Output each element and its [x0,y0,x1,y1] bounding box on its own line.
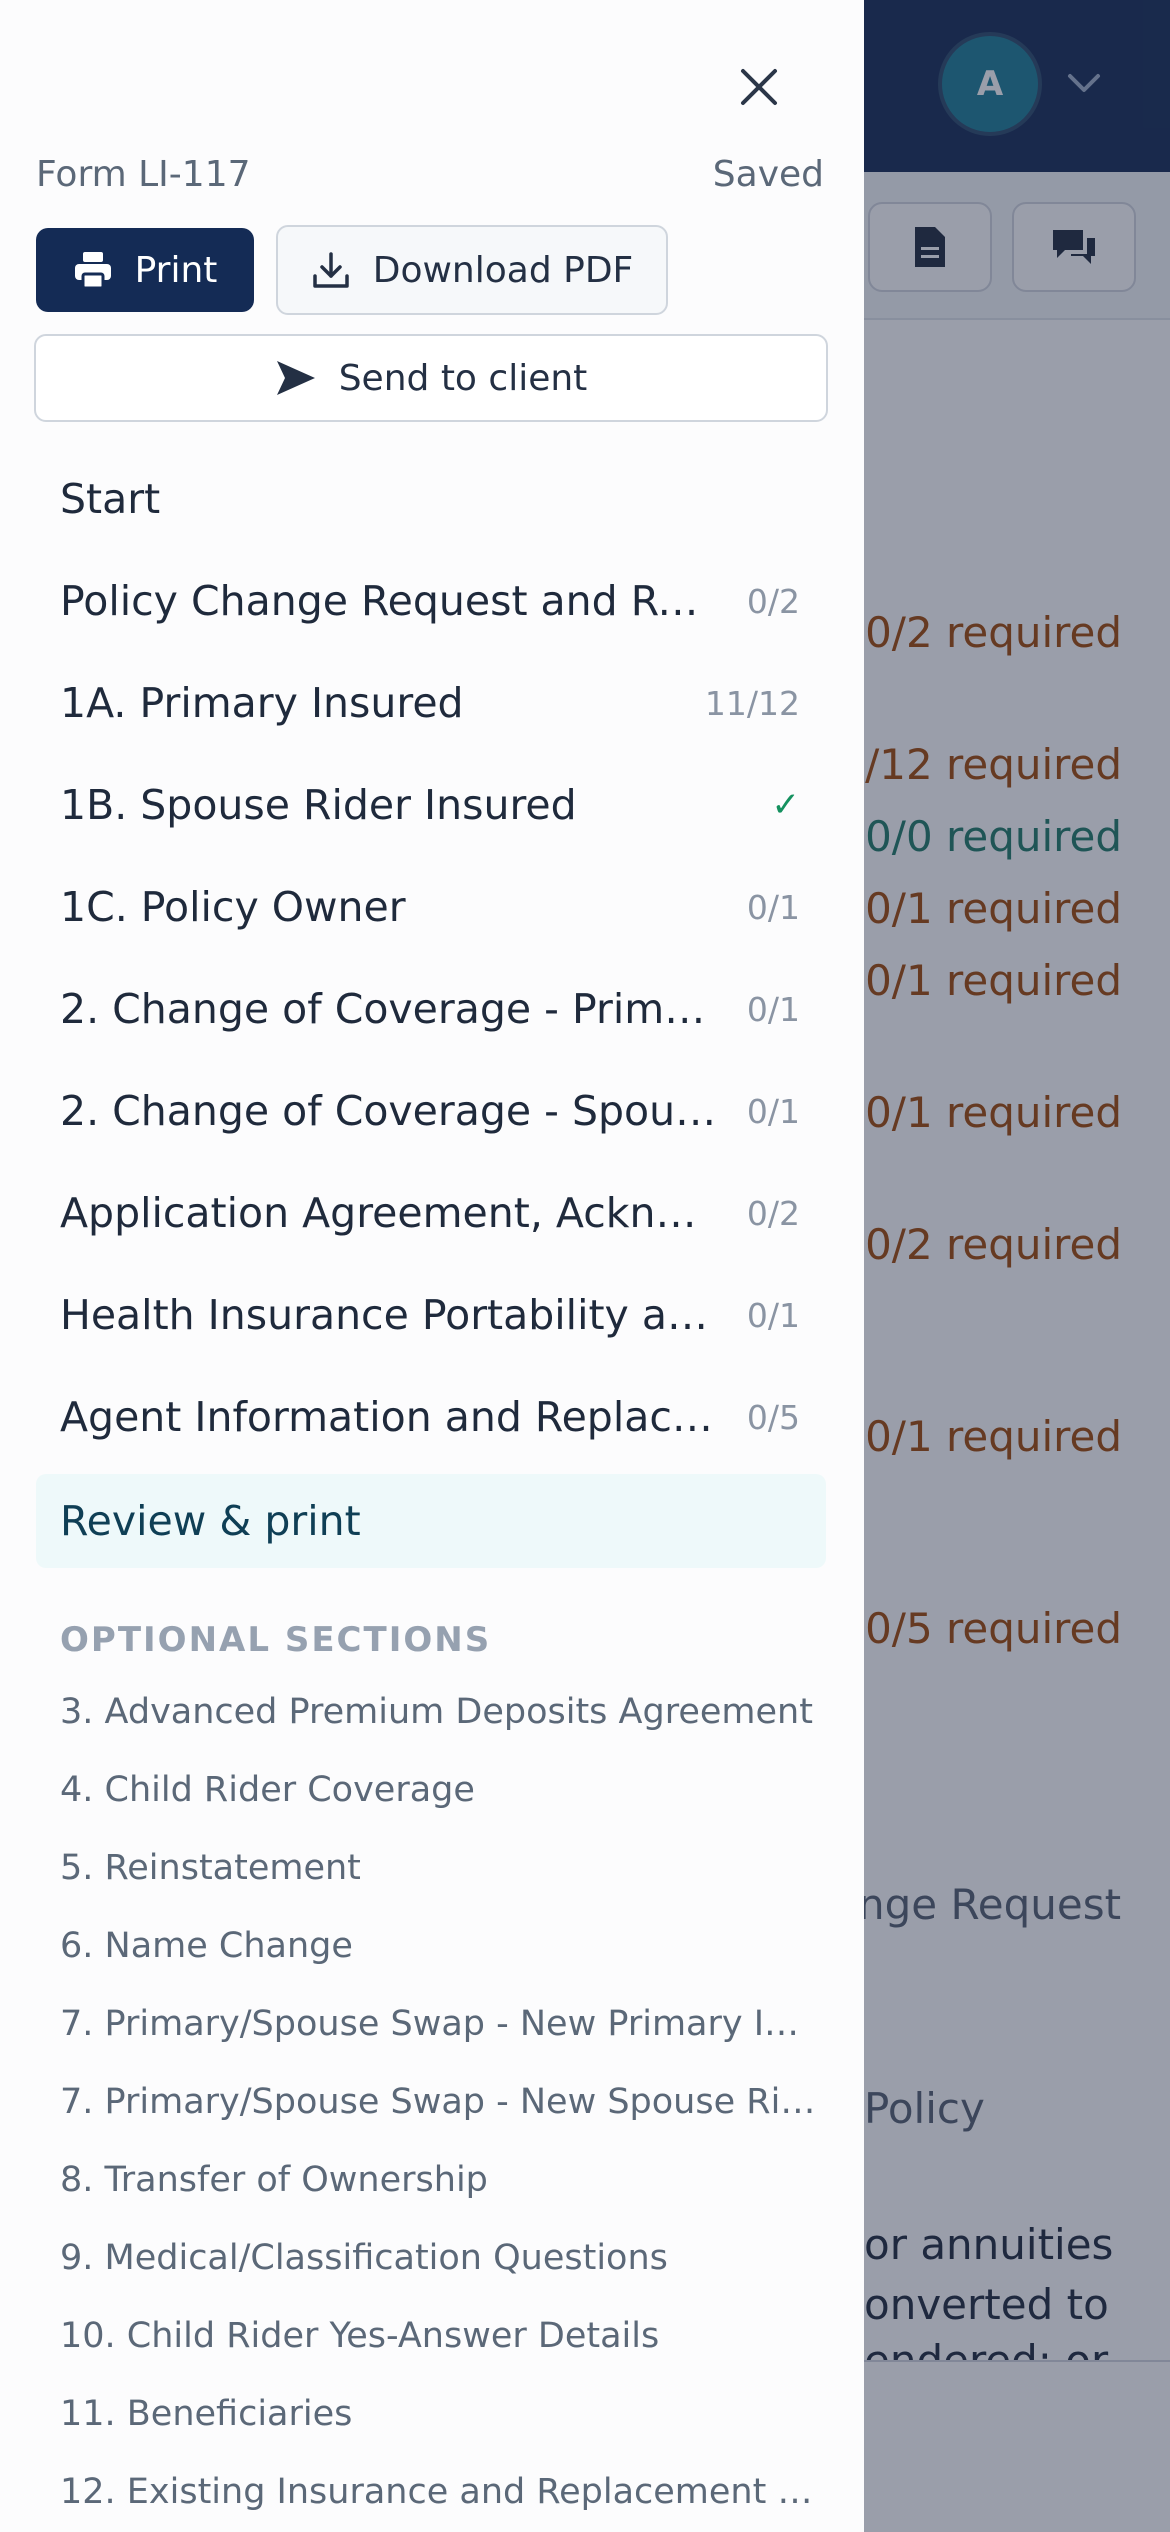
nav-item-application-agreement[interactable]: Application Agreement, Acknowledgment 0/… [36,1166,826,1260]
check-icon: ✓ [771,785,801,825]
download-pdf-label: Download PDF [372,249,634,291]
nav-item-policy-owner[interactable]: 1C. Policy Owner 0/1 [36,860,826,954]
optional-section-item[interactable]: 10. Child Rider Yes-Answer Details [60,2316,820,2356]
nav-item-label: Application Agreement, Acknowledgment [60,1189,720,1237]
nav-item-label: 2. Change of Coverage - Spouse Rider [60,1087,720,1135]
nav-item-primary-insured[interactable]: 1A. Primary Insured 11/12 [36,656,826,750]
nav-item-count: 0/2 [746,1193,800,1233]
nav-item-spouse-rider-insured[interactable]: 1B. Spouse Rider Insured ✓ [36,758,826,852]
nav-item-label: Review & print [60,1497,361,1545]
optional-section-item[interactable]: 12. Existing Insurance and Replacement I… [60,2472,820,2512]
optional-sections-heading: OPTIONAL SECTIONS [60,1620,492,1660]
nav-item-count: 11/12 [704,683,800,723]
nav-item-change-coverage-spouse[interactable]: 2. Change of Coverage - Spouse Rider 0/1 [36,1064,826,1158]
nav-item-count: 0/1 [746,887,800,927]
nav-item-count: 0/2 [746,581,800,621]
nav-item-label: 1A. Primary Insured [60,679,464,727]
close-button[interactable] [724,52,794,122]
nav-item-policy-change-request[interactable]: Policy Change Request and Replacement 0/… [36,554,826,648]
nav-item-count: 0/1 [746,1295,800,1335]
optional-section-item[interactable]: 7. Primary/Spouse Swap - New Spouse Ride… [60,2082,820,2122]
nav-item-label: Start [60,475,161,523]
form-id: Form LI-117 [36,154,251,195]
optional-section-item[interactable]: 4. Child Rider Coverage [60,1770,820,1810]
optional-section-item[interactable]: 6. Name Change [60,1926,820,1966]
close-icon [741,69,777,105]
nav-item-count: 0/5 [746,1397,800,1437]
nav-item-label: 1C. Policy Owner [60,883,406,931]
optional-section-item[interactable]: 3. Advanced Premium Deposits Agreement [60,1692,820,1732]
optional-section-item[interactable]: 8. Transfer of Ownership [60,2160,820,2200]
nav-item-label: Agent Information and Replacement [60,1393,720,1441]
optional-section-item[interactable]: 7. Primary/Spouse Swap - New Primary Ins… [60,2004,820,2044]
download-icon [312,252,349,288]
optional-section-item[interactable]: 11. Beneficiaries [60,2394,820,2434]
send-to-client-button[interactable]: Send to client [34,334,828,422]
send-to-client-label: Send to client [338,357,588,399]
form-navigation-drawer: Form LI-117 Saved Print Download PDF Sen… [0,0,864,2532]
nav-item-label: Policy Change Request and Replacement [60,577,720,625]
send-icon [276,361,315,395]
print-label: Print [134,249,218,291]
optional-section-item[interactable]: 5. Reinstatement [60,1848,820,1888]
nav-item-count: 0/1 [746,989,800,1029]
nav-item-start[interactable]: Start [36,452,826,546]
print-button[interactable]: Print [36,228,254,312]
download-pdf-button[interactable]: Download PDF [276,225,668,315]
nav-item-label: 2. Change of Coverage - Primary Insured [60,985,720,1033]
nav-item-hipaa[interactable]: Health Insurance Portability and Account… [36,1268,826,1362]
save-status: Saved [712,154,824,195]
nav-item-label: Health Insurance Portability and Account… [60,1291,720,1339]
optional-section-item[interactable]: 9. Medical/Classification Questions [60,2238,820,2278]
nav-item-review-print[interactable]: Review & print [36,1474,826,1568]
nav-item-label: 1B. Spouse Rider Insured [60,781,577,829]
nav-item-change-coverage-primary[interactable]: 2. Change of Coverage - Primary Insured … [36,962,826,1056]
nav-item-count: 0/1 [746,1091,800,1131]
nav-item-agent-information[interactable]: Agent Information and Replacement 0/5 [36,1370,826,1464]
printer-icon [74,252,111,290]
